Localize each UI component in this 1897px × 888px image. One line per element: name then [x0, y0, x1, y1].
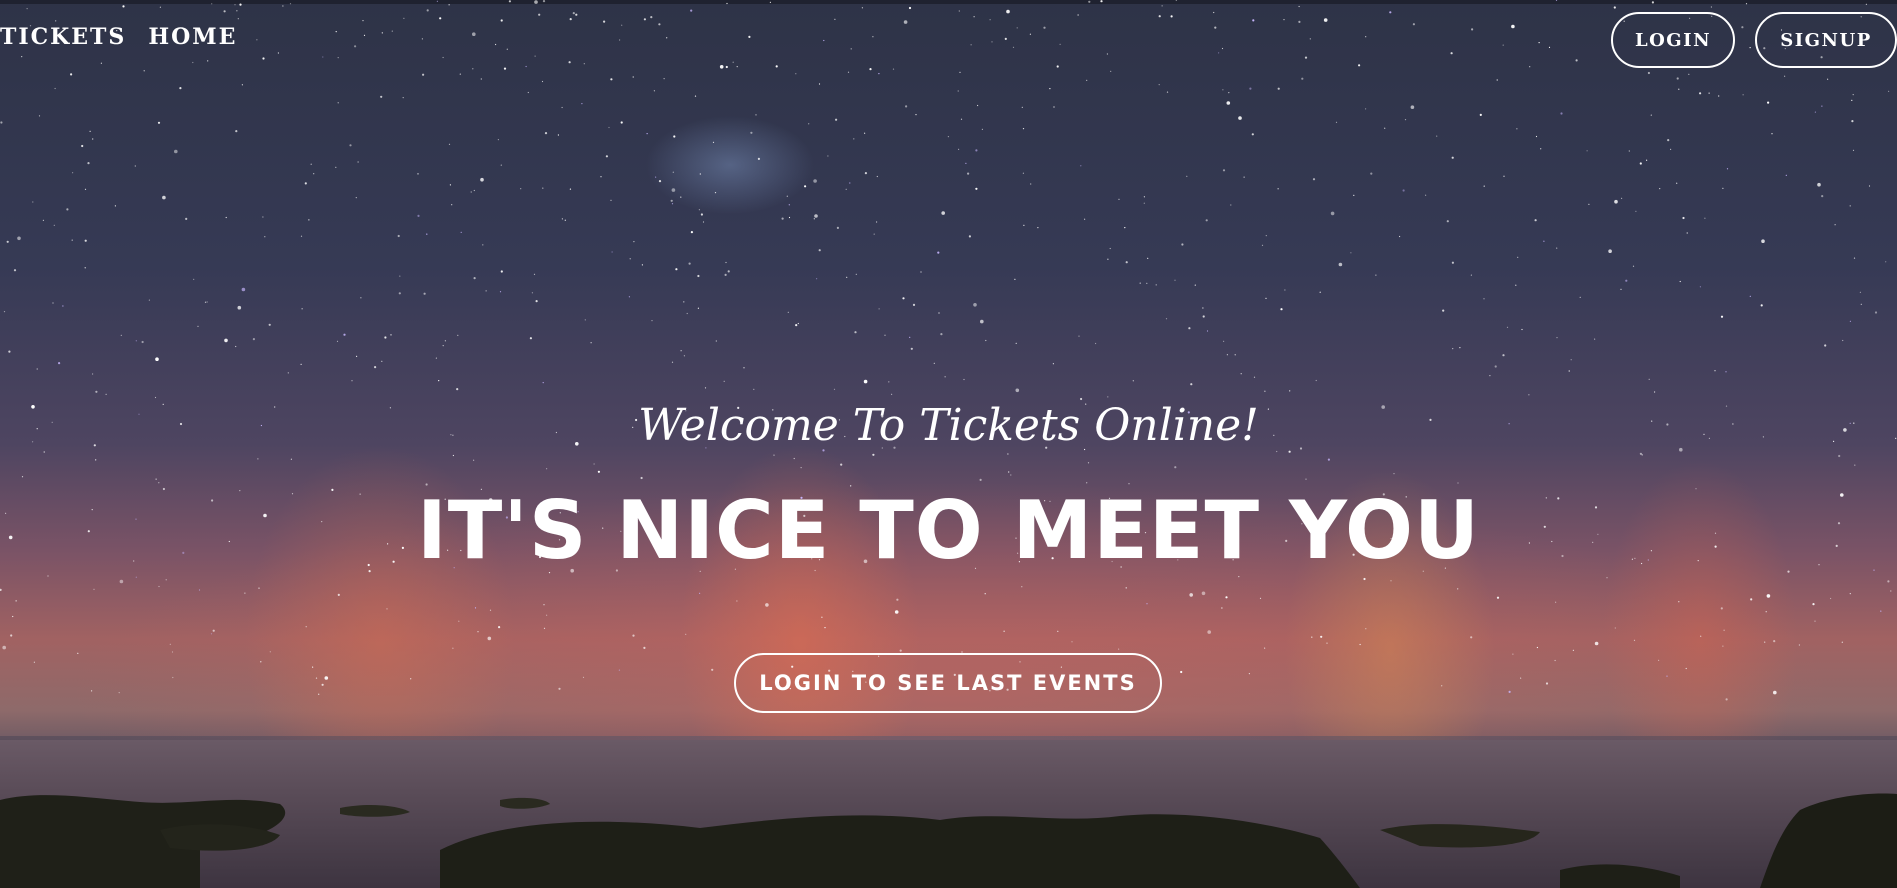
login-button[interactable]: LOGIN: [1611, 12, 1735, 68]
hero-section: TICKETS HOME LOGIN SIGNUP Welcome To Tic…: [0, 0, 1897, 888]
auth-nav: LOGIN SIGNUP: [1611, 12, 1897, 68]
starry-sky-background: [0, 0, 1897, 701]
login-to-see-events-button[interactable]: LOGIN TO SEE LAST EVENTS: [734, 653, 1162, 713]
home-link[interactable]: HOME: [148, 24, 237, 50]
hero-headline: IT'S NICE TO MEET YOU: [416, 484, 1481, 577]
welcome-subtitle: Welcome To Tickets Online!: [638, 400, 1259, 451]
signup-button[interactable]: SIGNUP: [1755, 12, 1897, 68]
brand-link[interactable]: TICKETS: [0, 24, 126, 50]
main-nav: TICKETS HOME: [0, 24, 237, 50]
rocks-foreground: [0, 793, 1897, 888]
